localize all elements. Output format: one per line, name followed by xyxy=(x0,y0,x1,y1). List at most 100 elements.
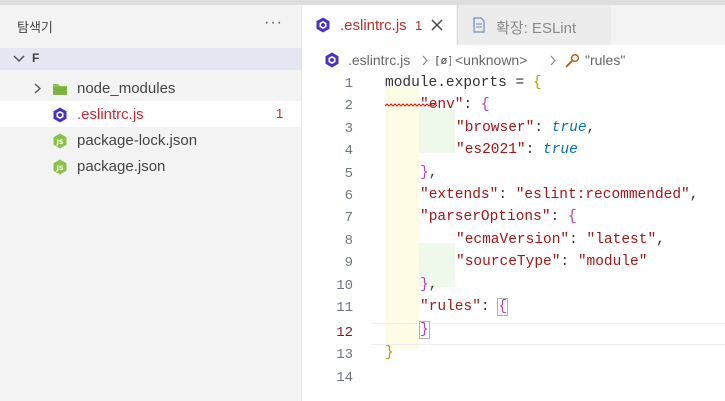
line-number: 9 xyxy=(344,255,353,271)
code-token: , xyxy=(586,120,596,136)
code-token: "env" xyxy=(420,97,464,113)
code-line: "extends": "eslint:recommended", xyxy=(420,187,698,203)
line-number: 3 xyxy=(344,121,353,137)
code-token: { xyxy=(532,75,542,91)
line-number: 7 xyxy=(344,210,353,226)
workspace-folder-name: F xyxy=(32,51,40,65)
tree-item-label: .eslintrc.js xyxy=(77,106,144,123)
code-token: "parserOptions" xyxy=(420,209,551,225)
code-token: : xyxy=(569,232,587,248)
line-number: 4 xyxy=(344,143,353,159)
eslint-icon xyxy=(325,52,339,68)
tab-eslintrc[interactable]: .eslintrc.js 1 xyxy=(302,5,456,45)
chevron-right-icon xyxy=(550,55,556,66)
code-token: , xyxy=(428,165,438,181)
code-line: "sourceType": "module" xyxy=(456,254,647,270)
svg-text:[ø]: [ø] xyxy=(434,54,451,67)
more-actions-button[interactable]: ··· xyxy=(264,14,283,32)
code-token: "extends" xyxy=(420,187,499,203)
explorer-sidebar: 탐색기 ··· F node_modules .eslintrc.js 1 JS xyxy=(0,5,302,401)
tree-item-label: package.json xyxy=(77,158,166,175)
explorer-title: 탐색기 xyxy=(17,20,53,35)
code-token: "browser" xyxy=(456,120,535,136)
svg-text:JS: JS xyxy=(55,138,63,146)
code-token: { xyxy=(480,97,490,113)
code-token: module.exports = xyxy=(385,75,533,91)
eslint-icon xyxy=(53,107,67,123)
code-token: } xyxy=(420,277,429,293)
code-token: true xyxy=(551,120,587,136)
code-token: : xyxy=(534,120,552,136)
code-token: : xyxy=(550,209,568,225)
code-token: "eslint:recommended" xyxy=(515,187,690,203)
editor-tab-bar: .eslintrc.js 1 확장: ESLint xyxy=(302,5,725,45)
chevron-right-icon xyxy=(34,83,42,94)
code-token: "ecmaVersion" xyxy=(456,232,570,248)
tree-item-label: node_modules xyxy=(77,80,176,97)
indent-guide-level-2 xyxy=(419,109,455,153)
preview-icon xyxy=(473,17,485,33)
breadcrumb-property[interactable]: "rules" xyxy=(585,52,625,68)
chevron-down-icon xyxy=(13,55,25,63)
line-number: 6 xyxy=(344,188,353,204)
line-number: 13 xyxy=(336,347,353,363)
line-number: 11 xyxy=(336,300,353,316)
code-line: }, xyxy=(420,165,437,181)
code-token: : xyxy=(560,254,578,270)
code-token: { xyxy=(567,209,577,225)
workspace-folder-row[interactable]: F xyxy=(0,48,301,70)
code-line: "env": { xyxy=(420,97,490,113)
wrench-icon xyxy=(565,54,579,68)
eslint-icon xyxy=(316,17,330,33)
js-file-icon: JS xyxy=(53,159,67,175)
breadcrumb: .eslintrc.js [ø] <unknown> "rules" xyxy=(302,45,725,75)
tab-label: 확장: ESLint xyxy=(496,20,577,37)
code-token: : xyxy=(498,187,516,203)
code-token: , xyxy=(689,187,699,203)
code-line: "rules": { xyxy=(420,298,508,316)
code-editor[interactable]: 1 2 3 4 5 6 7 8 9 10 11 12 13 14 module.… xyxy=(302,75,725,401)
tree-item-node-modules[interactable]: node_modules xyxy=(0,75,301,101)
code-token: "module" xyxy=(577,254,648,270)
object-symbol-icon: [ø] xyxy=(434,54,451,67)
close-icon[interactable] xyxy=(430,18,444,32)
code-token: true xyxy=(543,142,578,158)
line-number: 14 xyxy=(336,370,353,386)
code-line: } xyxy=(419,321,430,339)
code-line: "parserOptions": { xyxy=(420,209,577,225)
tree-item-package-json[interactable]: JS package.json xyxy=(0,153,301,179)
code-line: "es2021": true xyxy=(456,142,578,158)
breadcrumb-file[interactable]: .eslintrc.js xyxy=(348,52,410,68)
line-number: 1 xyxy=(344,76,353,92)
tree-item-eslintrc[interactable]: .eslintrc.js 1 xyxy=(0,101,301,127)
line-number: 8 xyxy=(344,233,353,249)
code-line: "browser": true, xyxy=(456,120,595,136)
chevron-right-icon xyxy=(422,55,428,66)
code-token: "sourceType" xyxy=(456,254,561,270)
breadcrumb-symbol[interactable]: <unknown> xyxy=(455,52,527,68)
js-file-icon: JS xyxy=(53,133,67,149)
svg-text:JS: JS xyxy=(55,164,63,172)
tab-problem-badge: 1 xyxy=(415,18,423,33)
code-token: : xyxy=(480,299,499,315)
code-token: } xyxy=(420,165,429,181)
line-number: 10 xyxy=(336,278,353,294)
code-token: : xyxy=(463,97,481,113)
code-token: , xyxy=(428,277,438,293)
folder-icon xyxy=(53,84,67,95)
matched-bracket: { xyxy=(497,298,508,316)
line-number: 5 xyxy=(344,166,353,182)
code-token: "rules" xyxy=(420,299,481,315)
code-token: : xyxy=(525,142,544,158)
code-token: } xyxy=(385,345,394,361)
indent-guide-level-1 xyxy=(385,87,419,349)
code-line: "ecmaVersion": "latest", xyxy=(456,232,665,248)
tab-extension-eslint[interactable]: 확장: ESLint xyxy=(457,5,611,45)
code-line: }, xyxy=(420,277,437,293)
matched-bracket: } xyxy=(419,321,430,339)
code-token: "latest" xyxy=(586,232,657,248)
code-token: , xyxy=(656,232,665,248)
tree-item-package-lock[interactable]: JS package-lock.json xyxy=(0,127,301,153)
code-line: module.exports = { xyxy=(385,75,542,91)
line-number-current: 12 xyxy=(336,325,353,341)
